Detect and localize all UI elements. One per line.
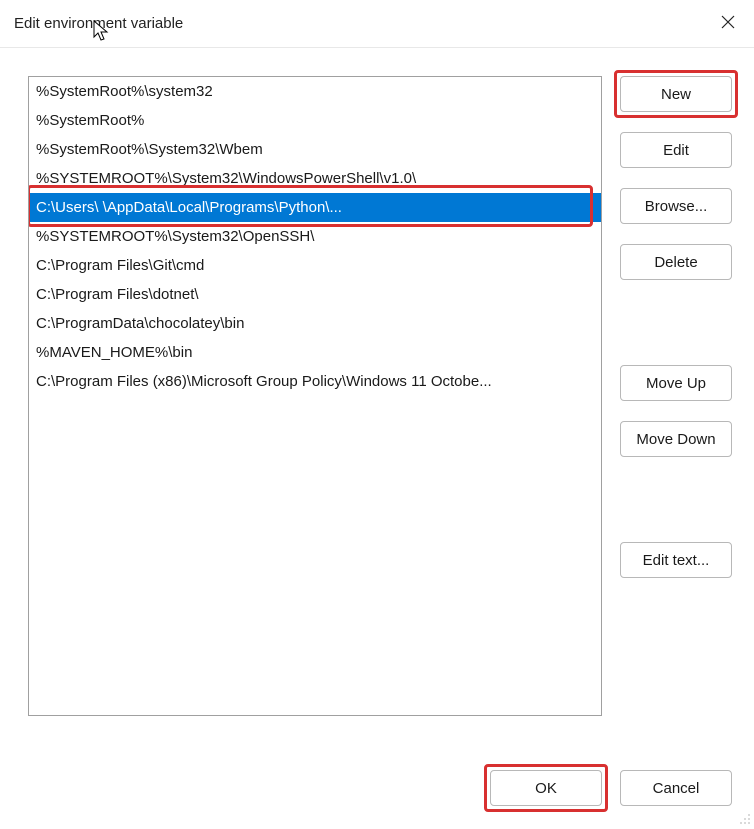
- close-button[interactable]: [704, 0, 752, 48]
- list-item[interactable]: C:\Program Files\Git\cmd: [29, 251, 601, 280]
- list-item[interactable]: %SYSTEMROOT%\System32\OpenSSH\: [29, 222, 601, 251]
- list-item[interactable]: %MAVEN_HOME%\bin: [29, 338, 601, 367]
- list-item[interactable]: C:\ProgramData\chocolatey\bin: [29, 309, 601, 338]
- button-column: New Edit Browse... Delete Move Up Move D…: [620, 76, 732, 716]
- window-title: Edit environment variable: [14, 15, 183, 32]
- move-down-button[interactable]: Move Down: [620, 421, 732, 457]
- resize-grip-icon[interactable]: [737, 811, 751, 825]
- list-item[interactable]: C:\Program Files\dotnet\: [29, 280, 601, 309]
- list-item-selected[interactable]: C:\Users\ \AppData\Local\Programs\Python…: [29, 193, 601, 222]
- edit-button[interactable]: Edit: [620, 132, 732, 168]
- close-icon: [721, 15, 735, 33]
- path-listbox[interactable]: %SystemRoot%\system32 %SystemRoot% %Syst…: [28, 76, 602, 716]
- list-item[interactable]: %SystemRoot%: [29, 106, 601, 135]
- list-item[interactable]: %SystemRoot%\System32\Wbem: [29, 135, 601, 164]
- list-item[interactable]: C:\Program Files (x86)\Microsoft Group P…: [29, 367, 601, 396]
- edit-text-button[interactable]: Edit text...: [620, 542, 732, 578]
- new-button[interactable]: New: [620, 76, 732, 112]
- cancel-button[interactable]: Cancel: [620, 770, 732, 806]
- list-item[interactable]: %SystemRoot%\system32: [29, 77, 601, 106]
- ok-button[interactable]: OK: [490, 770, 602, 806]
- delete-button[interactable]: Delete: [620, 244, 732, 280]
- browse-button[interactable]: Browse...: [620, 188, 732, 224]
- footer-buttons: OK Cancel: [490, 770, 732, 806]
- move-up-button[interactable]: Move Up: [620, 365, 732, 401]
- list-item[interactable]: %SYSTEMROOT%\System32\WindowsPowerShell\…: [29, 164, 601, 193]
- dialog-content: %SystemRoot%\system32 %SystemRoot% %Syst…: [0, 48, 754, 828]
- titlebar: Edit environment variable: [0, 0, 754, 48]
